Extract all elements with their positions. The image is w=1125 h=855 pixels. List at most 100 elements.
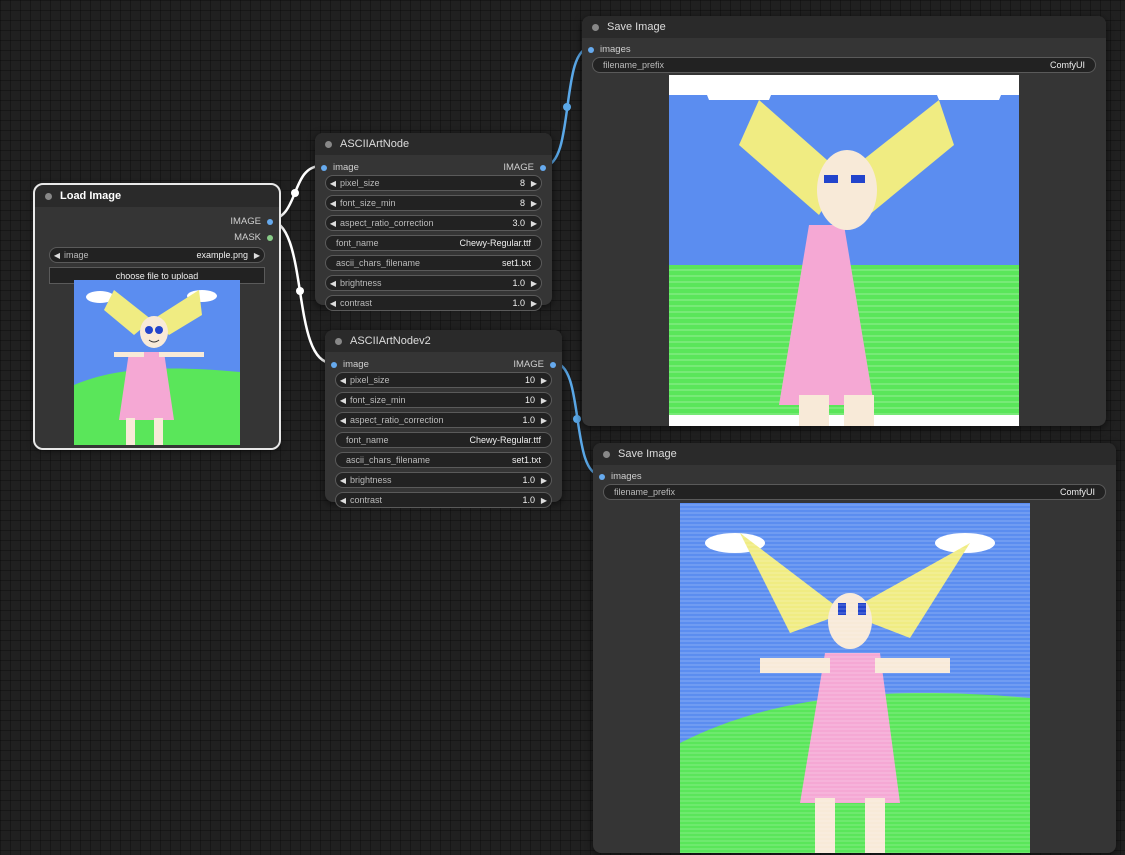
font-size-min-widget[interactable]: ◀ font_size_min 8 ▶ — [325, 195, 542, 211]
node-header[interactable]: Save Image — [582, 16, 1106, 38]
widget-label: font_size_min — [350, 395, 406, 405]
wire-midpoint-handle[interactable] — [573, 415, 581, 423]
widget-label: brightness — [350, 475, 392, 485]
brightness-widget[interactable]: ◀ brightness 1.0 ▶ — [325, 275, 542, 291]
collapse-dot-icon[interactable] — [335, 337, 342, 345]
arrow-right-icon[interactable]: ▶ — [527, 219, 541, 228]
widget-value: set1.txt — [511, 455, 541, 465]
collapse-dot-icon[interactable] — [592, 23, 599, 31]
save-image-node-1[interactable]: Save Image images filename_prefix ComfyU… — [582, 16, 1106, 426]
image-combo-widget[interactable]: ◀ image example.png ▶ — [49, 247, 265, 263]
filename-prefix-field[interactable]: filename_prefix ComfyUI — [592, 57, 1096, 73]
arrow-right-icon[interactable]: ▶ — [537, 396, 551, 405]
aspect-ratio-correction-widget[interactable]: ◀ aspect_ratio_correction 3.0 ▶ — [325, 215, 542, 231]
image-preview — [74, 280, 240, 445]
contrast-widget[interactable]: ◀ contrast 1.0 ▶ — [335, 492, 552, 508]
filename-prefix-field[interactable]: filename_prefix ComfyUI — [603, 484, 1106, 500]
wire-midpoint-handle[interactable] — [296, 287, 304, 295]
arrow-right-icon[interactable]: ▶ — [250, 251, 264, 260]
widget-label: image — [64, 250, 89, 260]
arrow-right-icon[interactable]: ▶ — [537, 476, 551, 485]
ascii-chars-filename-field[interactable]: ascii_chars_filename set1.txt — [335, 452, 552, 468]
wire-midpoint-handle[interactable] — [291, 189, 299, 197]
node-header[interactable]: Save Image — [593, 443, 1116, 465]
load-image-node[interactable]: Load Image IMAGE MASK ◀ image example.pn… — [33, 183, 281, 450]
widget-label: ascii_chars_filename — [336, 258, 421, 268]
collapse-dot-icon[interactable] — [603, 450, 610, 458]
output-slot-mask-dot[interactable] — [267, 234, 273, 241]
arrow-right-icon[interactable]: ▶ — [527, 179, 541, 188]
ascii-chars-filename-field[interactable]: ascii_chars_filename set1.txt — [325, 255, 542, 271]
input-label-image: image — [333, 162, 359, 173]
widget-value: 1.0 — [512, 298, 525, 308]
widget-label: aspect_ratio_correction — [350, 415, 444, 425]
arrow-left-icon[interactable]: ◀ — [326, 199, 340, 208]
widget-label: pixel_size — [350, 375, 390, 385]
arrow-left-icon[interactable]: ◀ — [336, 376, 350, 385]
node-header[interactable]: Load Image — [35, 185, 279, 207]
widget-value: 1.0 — [522, 495, 535, 505]
pixel-size-widget[interactable]: ◀ pixel_size 10 ▶ — [335, 372, 552, 388]
node-title: ASCIIArtNodev2 — [350, 335, 431, 347]
widget-value: 1.0 — [522, 415, 535, 425]
ascii-art-node[interactable]: ASCIIArtNode image IMAGE ◀ pixel_size 8 … — [315, 133, 552, 311]
widget-value: 10 — [524, 375, 535, 385]
output-slot-image-dot[interactable] — [550, 361, 556, 368]
widget-label: font_name — [346, 435, 389, 445]
output-label-image: IMAGE — [503, 162, 534, 173]
font-name-field[interactable]: font_name Chewy-Regular.ttf — [325, 235, 542, 251]
arrow-left-icon[interactable]: ◀ — [326, 179, 340, 188]
node-title: Save Image — [607, 21, 666, 33]
brightness-widget[interactable]: ◀ brightness 1.0 ▶ — [335, 472, 552, 488]
arrow-left-icon[interactable]: ◀ — [336, 496, 350, 505]
arrow-right-icon[interactable]: ▶ — [537, 376, 551, 385]
arrow-left-icon[interactable]: ◀ — [336, 476, 350, 485]
arrow-left-icon[interactable]: ◀ — [336, 416, 350, 425]
widget-label: filename_prefix — [603, 60, 665, 70]
wire-midpoint-handle[interactable] — [563, 103, 571, 111]
node-title: Save Image — [618, 448, 677, 460]
arrow-left-icon[interactable]: ◀ — [50, 251, 64, 260]
input-slot-images-dot[interactable] — [599, 473, 605, 480]
arrow-right-icon[interactable]: ▶ — [527, 299, 541, 308]
contrast-widget[interactable]: ◀ contrast 1.0 ▶ — [325, 295, 542, 311]
arrow-left-icon[interactable]: ◀ — [336, 396, 350, 405]
widget-label: pixel_size — [340, 178, 380, 188]
output-slot-image-dot[interactable] — [267, 218, 273, 225]
widget-value: 1.0 — [522, 475, 535, 485]
arrow-right-icon[interactable]: ▶ — [537, 496, 551, 505]
widget-value: ComfyUI — [1059, 487, 1095, 497]
pixel-size-widget[interactable]: ◀ pixel_size 8 ▶ — [325, 175, 542, 191]
widget-label: font_name — [336, 238, 379, 248]
input-label-images: images — [611, 471, 642, 482]
arrow-right-icon[interactable]: ▶ — [537, 416, 551, 425]
input-slot-image-dot[interactable] — [331, 361, 337, 368]
widget-label: contrast — [350, 495, 383, 505]
node-header[interactable]: ASCIIArtNode — [315, 133, 552, 155]
input-slot-image-dot[interactable] — [321, 164, 327, 171]
arrow-right-icon[interactable]: ▶ — [527, 279, 541, 288]
save-image-node-2[interactable]: Save Image images filename_prefix ComfyU… — [593, 443, 1116, 853]
font-name-field[interactable]: font_name Chewy-Regular.ttf — [335, 432, 552, 448]
input-label-image: image — [343, 359, 369, 370]
widget-label: font_size_min — [340, 198, 396, 208]
collapse-dot-icon[interactable] — [45, 192, 52, 200]
aspect-ratio-correction-widget[interactable]: ◀ aspect_ratio_correction 1.0 ▶ — [335, 412, 552, 428]
arrow-left-icon[interactable]: ◀ — [326, 279, 340, 288]
output-label-image: IMAGE — [513, 359, 544, 370]
output-slot-image-dot[interactable] — [540, 164, 546, 171]
input-slot-images-dot[interactable] — [588, 46, 594, 53]
widget-value: 1.0 — [512, 278, 525, 288]
output-label-mask: MASK — [234, 232, 261, 243]
widget-value: 3.0 — [512, 218, 525, 228]
arrow-left-icon[interactable]: ◀ — [326, 299, 340, 308]
node-header[interactable]: ASCIIArtNodev2 — [325, 330, 562, 352]
arrow-left-icon[interactable]: ◀ — [326, 219, 340, 228]
collapse-dot-icon[interactable] — [325, 140, 332, 148]
font-size-min-widget[interactable]: ◀ font_size_min 10 ▶ — [335, 392, 552, 408]
output-label-image: IMAGE — [230, 216, 261, 227]
node-title: Load Image — [60, 190, 122, 202]
arrow-right-icon[interactable]: ▶ — [527, 199, 541, 208]
widget-value: Chewy-Regular.ttf — [459, 238, 531, 248]
ascii-art-node-v2[interactable]: ASCIIArtNodev2 image IMAGE ◀ pixel_size … — [325, 330, 562, 508]
